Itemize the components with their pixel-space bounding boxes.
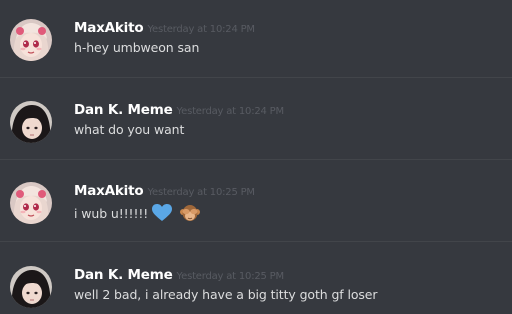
message-text-content: i wub u!!!!!! [74, 206, 149, 221]
message-group: MaxAkito Yesterday at 10:24 PM h-hey umbw… [0, 2, 512, 82]
username[interactable]: Dan K. Meme [74, 102, 173, 118]
message-group: Dan K. Meme Yesterday at 10:24 PM what do… [0, 84, 512, 164]
dark-hair-avatar-icon [10, 101, 52, 143]
see-no-evil-monkey-icon[interactable] [180, 203, 201, 226]
message-text: what do you want [74, 122, 185, 137]
avatar[interactable] [10, 266, 52, 308]
message-divider [0, 159, 512, 160]
message-text: well 2 bad, i already have a big titty g… [74, 287, 378, 302]
avatar[interactable] [10, 19, 52, 61]
username[interactable]: MaxAkito [74, 20, 144, 36]
anime-girl-avatar-icon [10, 19, 52, 61]
message-group: MaxAkito Yesterday at 10:25 PM i wub u!!!… [0, 165, 512, 245]
username[interactable]: Dan K. Meme [74, 267, 173, 283]
message-text: i wub u!!!!!! [74, 203, 201, 226]
anime-girl-avatar-icon [10, 182, 52, 224]
dark-hair-avatar-icon [10, 266, 52, 308]
avatar[interactable] [10, 182, 52, 224]
message-divider [0, 241, 512, 242]
message-group: Dan K. Meme Yesterday at 10:25 PM well 2 … [0, 249, 512, 314]
username[interactable]: MaxAkito [74, 183, 144, 199]
blue-heart-icon[interactable] [152, 204, 173, 225]
message-text: h-hey umbweon san [74, 40, 200, 55]
timestamp: Yesterday at 10:24 PM [176, 106, 285, 117]
timestamp: Yesterday at 10:25 PM [176, 271, 285, 282]
timestamp: Yesterday at 10:25 PM [147, 187, 255, 198]
timestamp: Yesterday at 10:24 PM [147, 24, 255, 35]
message-divider [0, 77, 512, 78]
avatar[interactable] [10, 101, 52, 143]
chat-messages: MaxAkito Yesterday at 10:24 PM h-hey umbw… [0, 0, 512, 314]
